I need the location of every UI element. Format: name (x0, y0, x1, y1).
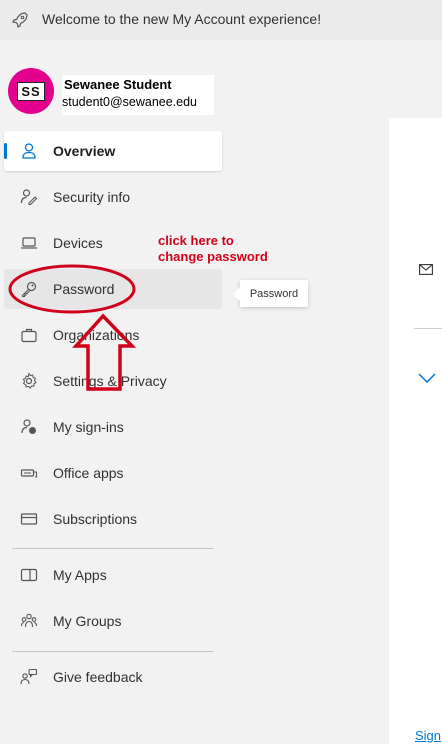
nav-item-overview[interactable]: Overview (4, 131, 222, 171)
profile-email: student0@sewanee.edu (62, 95, 198, 109)
nav-label-security-info: Security info (53, 189, 131, 205)
nav-item-security-info[interactable]: Security info (4, 177, 222, 217)
nav-label-office-apps: Office apps (53, 465, 124, 481)
tooltip-text: Password (249, 287, 299, 300)
nav-label-subscriptions: Subscriptions (53, 511, 138, 527)
nav-item-settings-privacy[interactable]: Settings & Privacy (4, 361, 222, 401)
nav-label-my-groups: My Groups (53, 613, 122, 629)
briefcase-icon (21, 328, 37, 343)
nav-item-give-feedback[interactable]: Give feedback (4, 657, 222, 697)
sign-link[interactable]: Sign (415, 728, 441, 743)
nav-label-password: Password (53, 281, 115, 297)
card-icon (20, 513, 38, 525)
mail-icon (419, 264, 433, 275)
panel-divider (414, 328, 442, 329)
sign-ins-icon (21, 419, 36, 434)
apps-icon (20, 568, 38, 582)
security-info-icon (20, 189, 38, 206)
profile-name: Sewanee Student (64, 77, 172, 92)
nav-divider (12, 548, 214, 549)
main-content-panel: Sign (389, 118, 442, 744)
nav-item-subscriptions[interactable]: Subscriptions (4, 499, 222, 539)
annotation-text: click here to change password (158, 233, 268, 265)
key-icon (21, 281, 37, 298)
nav-label-settings-privacy: Settings & Privacy (53, 373, 167, 389)
nav-divider (12, 651, 214, 652)
groups-icon (20, 613, 38, 628)
rocket-icon (12, 12, 28, 28)
chevron-down-icon[interactable] (417, 372, 437, 384)
nav-item-my-apps[interactable]: My Apps (4, 555, 222, 595)
profile-card[interactable]: SS Sewanee Student student0@sewanee.edu (0, 60, 230, 120)
active-indicator (4, 143, 7, 159)
annotation-line-1: click here to (158, 233, 234, 248)
nav-label-devices: Devices (53, 235, 103, 251)
nav-label-organizations: Organizations (53, 327, 140, 343)
gear-icon (22, 372, 37, 390)
nav-label-my-sign-ins: My sign-ins (53, 419, 124, 435)
nav-item-organizations[interactable]: Organizations (4, 315, 222, 355)
feedback-icon (20, 668, 38, 685)
nav-label-my-apps: My Apps (53, 567, 107, 583)
nav-item-office-apps[interactable]: Office apps (4, 453, 222, 493)
tooltip-arrow (233, 287, 240, 301)
banner-text: Welcome to the new My Account experience… (42, 11, 322, 27)
person-icon (22, 143, 36, 159)
avatar[interactable]: SS (8, 68, 54, 114)
annotation-line-2: change password (158, 249, 268, 264)
nav-label-overview: Overview (53, 143, 116, 159)
nav-item-my-groups[interactable]: My Groups (4, 601, 222, 641)
nav-label-give-feedback: Give feedback (53, 669, 143, 685)
welcome-banner: Welcome to the new My Account experience… (0, 0, 442, 40)
office-apps-icon (20, 469, 38, 478)
nav-item-password[interactable]: Password (4, 269, 222, 309)
password-tooltip: Password (233, 280, 308, 307)
nav-item-my-sign-ins[interactable]: My sign-ins (4, 407, 222, 447)
laptop-icon (21, 237, 37, 249)
avatar-initials: SS (17, 81, 45, 101)
